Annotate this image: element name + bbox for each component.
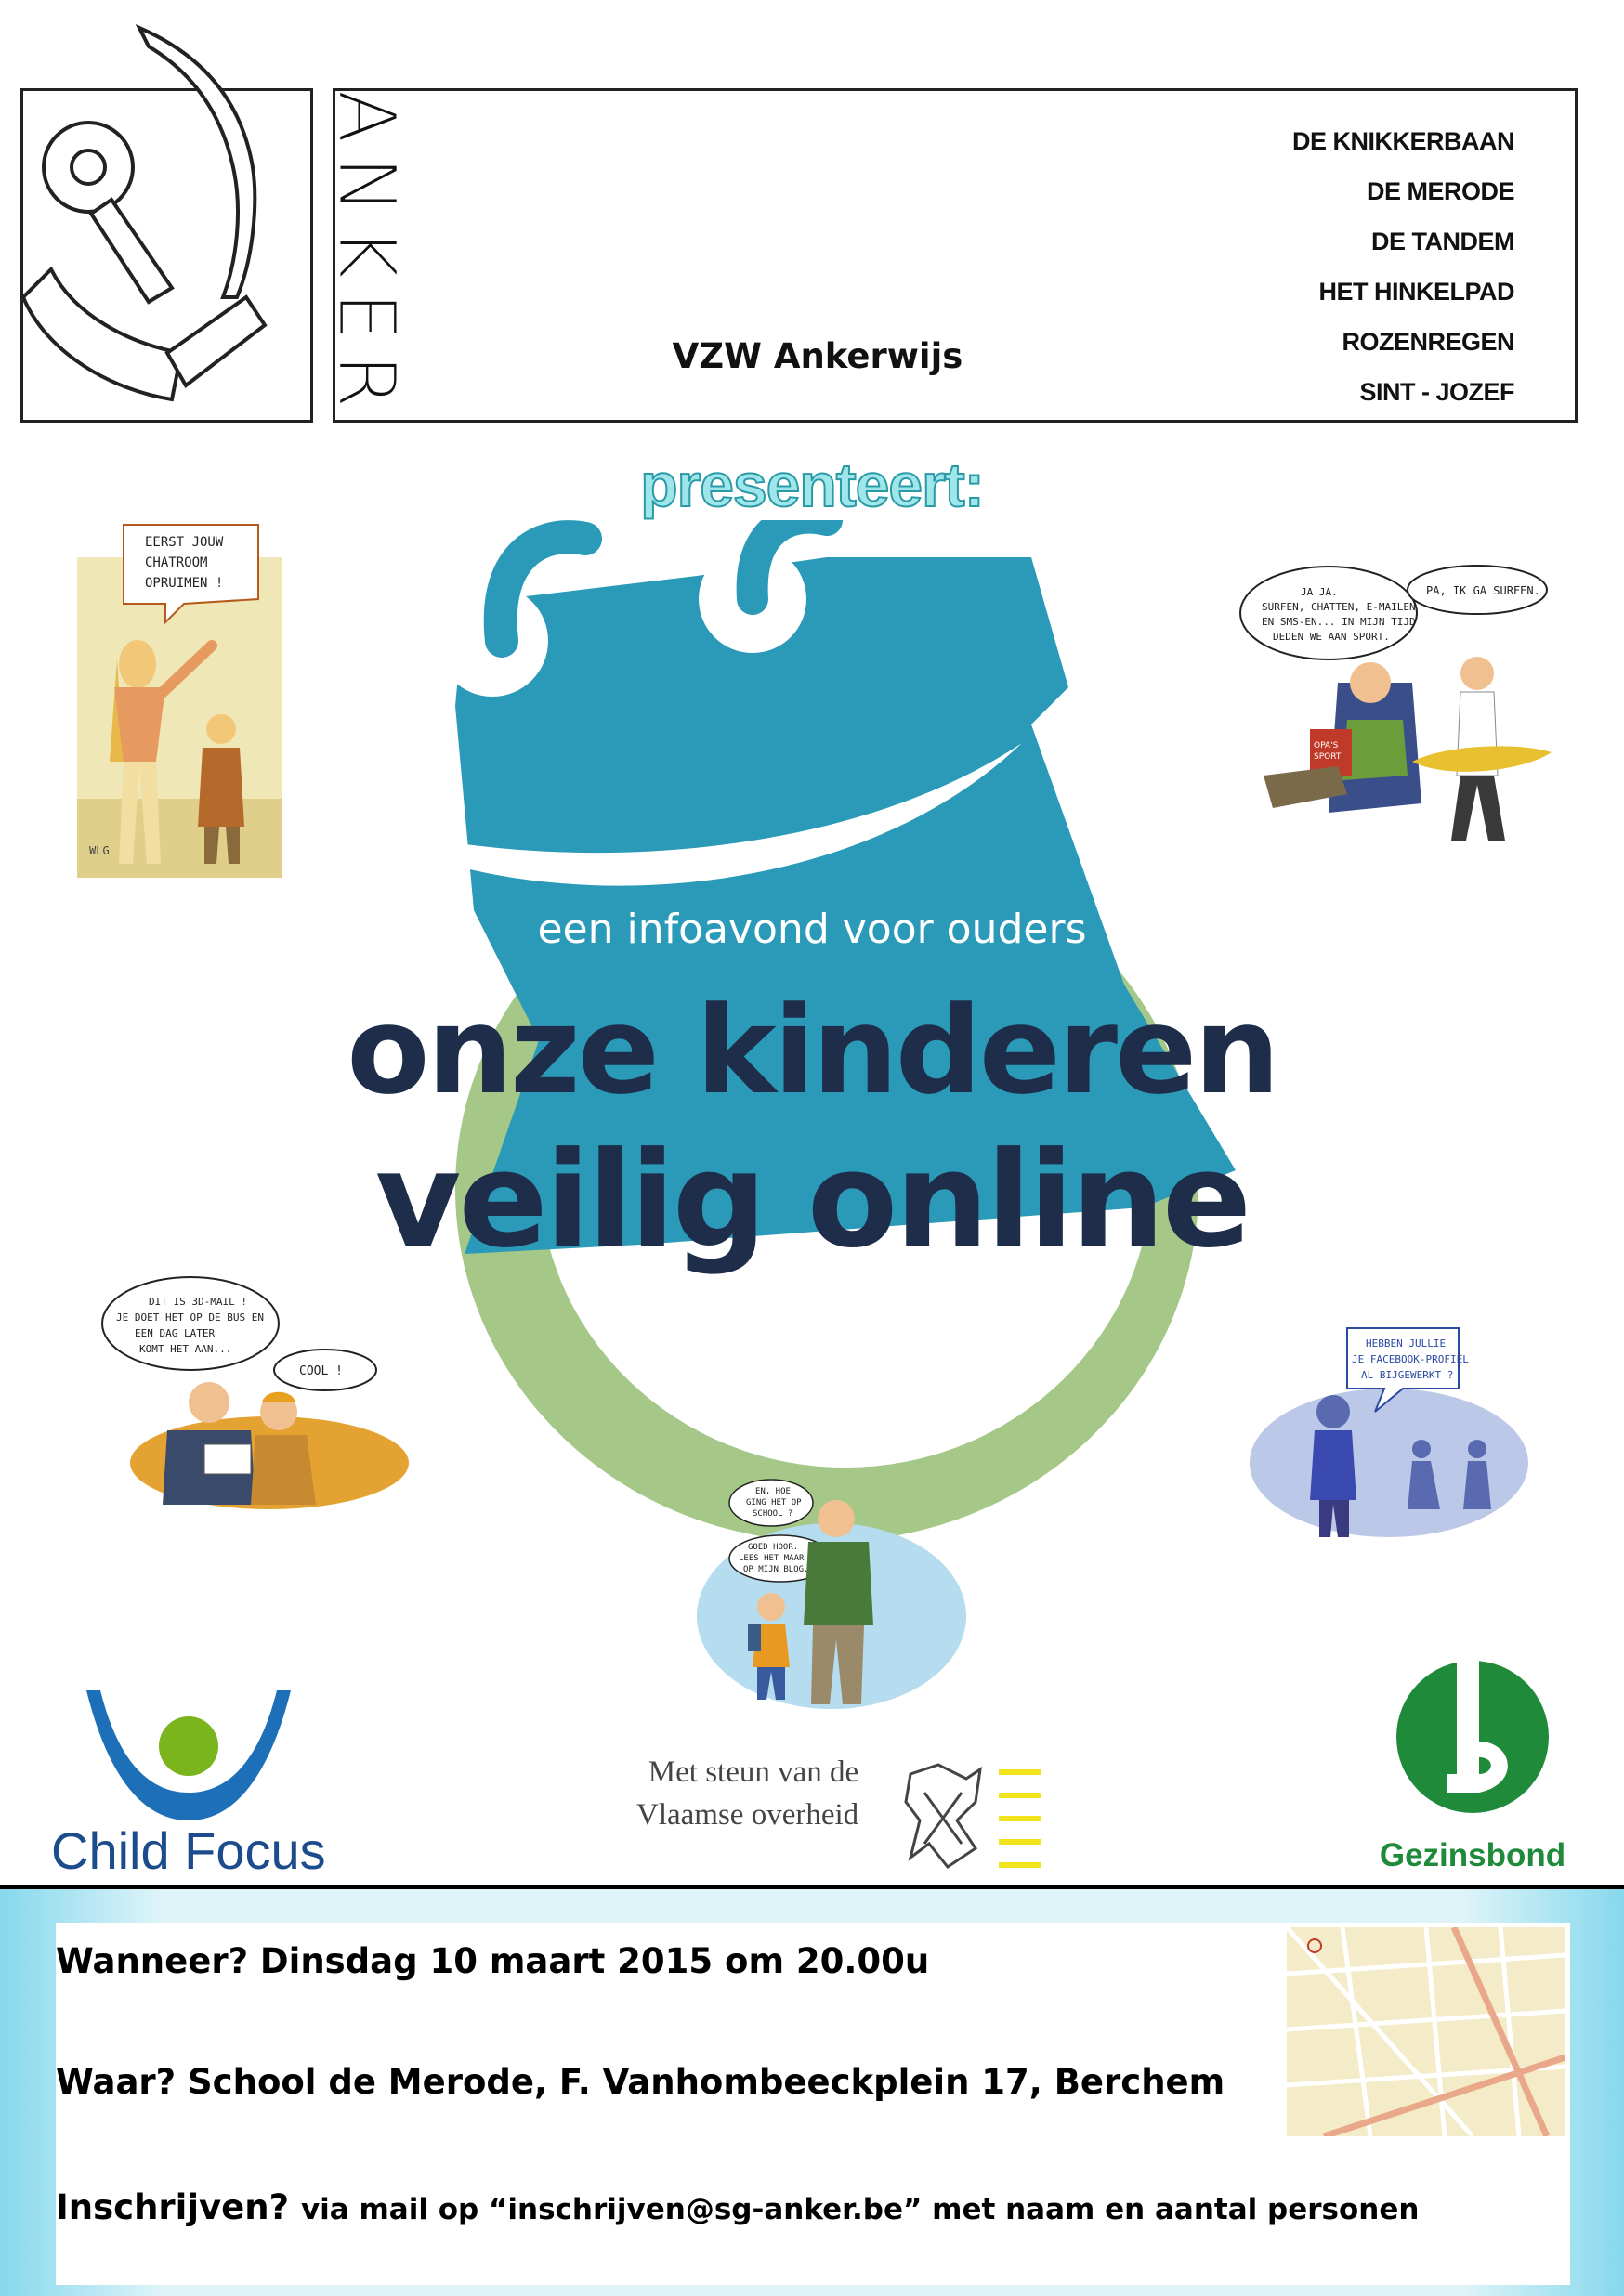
cartoon-text: HEBBEN JULLIE xyxy=(1366,1337,1446,1350)
cartoon-text: PA, IK GA SURFEN. xyxy=(1426,584,1540,597)
location-map-icon xyxy=(1287,1927,1565,2136)
registration-label: Inschrijven? xyxy=(56,2187,290,2227)
flemish-government-text: Met steun van de Vlaamse overheid xyxy=(636,1755,859,1832)
school-list: DE KNIKKERBAAN DE MERODE DE TANDEM HET H… xyxy=(1291,116,1515,417)
cartoon-text: COOL ! xyxy=(299,1364,343,1378)
cartoon-facebook: HEBBEN JULLIE JE FACEBOOK-PROFIEL AL BIJ… xyxy=(1250,1327,1528,1537)
organization-name: VZW Ankerwijs xyxy=(672,336,963,376)
school-name: DE TANDEM xyxy=(1371,228,1515,255)
school-name: ROZENREGEN xyxy=(1342,328,1514,356)
poster-subtitle: een infoavond voor ouders xyxy=(537,906,1087,953)
gezinsbond-logo-icon xyxy=(1396,1653,1549,1813)
presents-heading: presenteert: xyxy=(639,450,985,520)
registration-info: Inschrijven? via mail op “inschrijven@sg… xyxy=(56,2187,1419,2227)
poster-title-line-2: veilig online xyxy=(374,1124,1251,1277)
event-date: Wanneer? Dinsdag 10 maart 2015 om 20.00u xyxy=(56,1941,930,1981)
school-name: DE KNIKKERBAAN xyxy=(1291,127,1515,155)
flemish-lion-icon xyxy=(904,1763,1041,1870)
cartoon-text: DIT IS 3D-MAIL ! xyxy=(149,1296,247,1308)
svg-text:SPORT: SPORT xyxy=(1314,752,1342,762)
cartoon-3d-mail: DIT IS 3D-MAIL ! JE DOET HET OP DE BUS E… xyxy=(101,1276,409,1509)
cartoon-signature: WLG xyxy=(89,844,110,857)
anker-vertical-title: ANKER xyxy=(321,89,413,422)
book-title: OPA'S xyxy=(1314,741,1339,750)
cartoon-text: EN, HOE xyxy=(755,1487,791,1496)
event-location: Waar? School de Merode, F. Vanhombeeckpl… xyxy=(56,2062,1225,2102)
school-name: DE MERODE xyxy=(1366,177,1515,205)
child-focus-name: Child Focus xyxy=(51,1821,326,1880)
cartoon-surfing: JA JA. SURFEN, CHATTEN, E-MAILEN EN SMS-… xyxy=(1239,565,1552,841)
anker-logo-icon xyxy=(20,24,268,402)
cartoon-blog: EN, HOE GING HET OP SCHOOL ? GOED HOOR. … xyxy=(697,1479,966,1709)
cartoon-chatroom: EERST JOUW CHATROOM OPRUIMEN ! WLG xyxy=(77,524,282,878)
cartoon-text: JA JA. xyxy=(1301,586,1338,598)
school-name: SINT - JOZEF xyxy=(1359,378,1514,406)
registration-text: via mail op “inschrijven@sg-anker.be” me… xyxy=(300,2193,1420,2226)
gezinsbond-name: Gezinsbond xyxy=(1379,1837,1566,1873)
child-focus-logo-icon xyxy=(86,1690,291,1820)
poster-title-line-1: onze kinderen xyxy=(347,980,1280,1121)
school-name: HET HINKELPAD xyxy=(1318,278,1514,306)
